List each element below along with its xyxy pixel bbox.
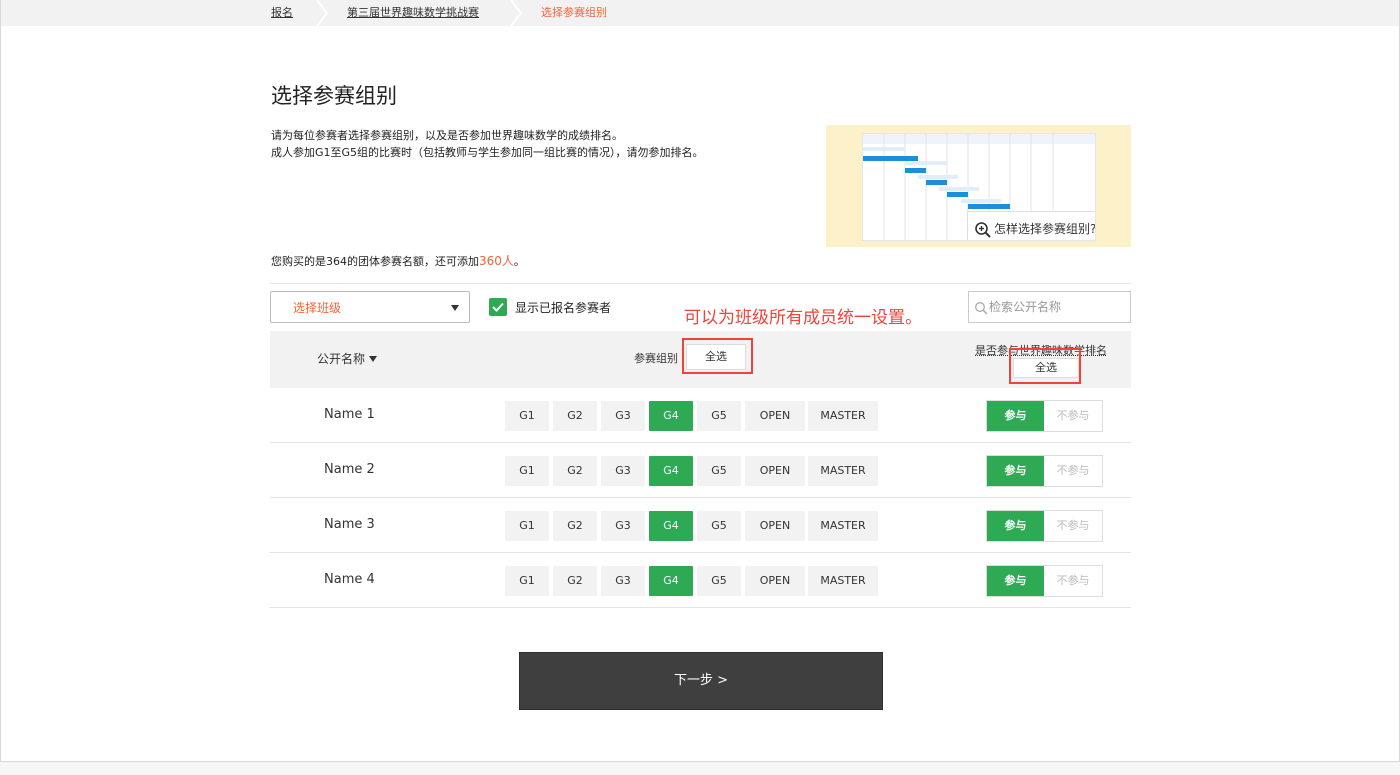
group-option-master[interactable]: MASTER xyxy=(808,566,878,596)
chevron-right-icon xyxy=(510,0,523,26)
caret-down-icon xyxy=(451,305,459,311)
group-option-g1[interactable]: G1 xyxy=(505,456,549,486)
quota-remaining: 360人 xyxy=(479,254,514,268)
checkmark-icon xyxy=(492,302,504,312)
column-header-name: 公开名称 xyxy=(317,352,366,366)
group-option-g3[interactable]: G3 xyxy=(601,401,645,431)
group-option-g4[interactable]: G4 xyxy=(649,566,693,596)
search-input[interactable] xyxy=(989,292,1127,322)
participate-no-button[interactable]: 不参与 xyxy=(1044,566,1102,596)
group-option-g2[interactable]: G2 xyxy=(553,456,597,486)
group-option-g1[interactable]: G1 xyxy=(505,401,549,431)
group-option-open[interactable]: OPEN xyxy=(745,401,805,431)
participate-no-button[interactable]: 不参与 xyxy=(1044,401,1102,431)
show-registered-label: 显示已报名参赛者 xyxy=(515,301,612,315)
participate-yes-button[interactable]: 参与 xyxy=(987,401,1044,431)
annotation-highlight-box xyxy=(682,338,753,374)
group-option-g4[interactable]: G4 xyxy=(649,401,693,431)
next-step-button[interactable]: 下一步 > xyxy=(519,652,883,710)
page-frame: 报名 第三届世界趣味数学挑战赛 选择参赛组别 选择参赛组别 请为每位参赛者选择参… xyxy=(0,0,1400,762)
group-option-g3[interactable]: G3 xyxy=(601,456,645,486)
group-option-g3[interactable]: G3 xyxy=(601,566,645,596)
table-row: Name 4 G1 G2 G3 G4 G5 OPEN MASTER 参与 不参与 xyxy=(270,553,1131,608)
search-icon xyxy=(975,302,988,315)
participant-name: Name 1 xyxy=(324,407,375,422)
search-box[interactable] xyxy=(968,291,1131,323)
group-option-g3[interactable]: G3 xyxy=(601,511,645,541)
participate-no-button[interactable]: 不参与 xyxy=(1044,511,1102,541)
group-option-g4[interactable]: G4 xyxy=(649,511,693,541)
participate-no-button[interactable]: 不参与 xyxy=(1044,456,1102,486)
group-option-g1[interactable]: G1 xyxy=(505,511,549,541)
class-select-value: 选择班级 xyxy=(293,301,342,315)
quota-prefix: 您购买的是364的团体参赛名额，还可添加 xyxy=(271,255,479,268)
page-title: 选择参赛组别 xyxy=(271,84,397,108)
guide-schedule-thumbnail: 怎样选择参赛组别? xyxy=(862,133,1096,241)
sort-down-icon xyxy=(369,356,378,362)
group-option-g2[interactable]: G2 xyxy=(553,566,597,596)
participate-toggle: 参与 不参与 xyxy=(986,400,1103,432)
participate-toggle: 参与 不参与 xyxy=(986,510,1103,542)
group-option-open[interactable]: OPEN xyxy=(745,566,805,596)
group-option-master[interactable]: MASTER xyxy=(808,456,878,486)
column-header-group: 参赛组别 xyxy=(634,352,678,365)
breadcrumb-item-current: 选择参赛组别 xyxy=(541,6,607,19)
table-row: Name 2 G1 G2 G3 G4 G5 OPEN MASTER 参与 不参与 xyxy=(270,443,1131,498)
participate-toggle: 参与 不参与 xyxy=(986,455,1103,487)
sort-by-name[interactable]: 公开名称 xyxy=(317,350,378,367)
group-option-master[interactable]: MASTER xyxy=(808,401,878,431)
how-to-choose-group-button[interactable]: 怎样选择参赛组别? xyxy=(967,211,1096,240)
divider xyxy=(270,283,1131,284)
description-line: 请为每位参赛者选择参赛组别，以及是否参加世界趣味数学的成绩排名。 xyxy=(271,129,623,142)
zoom-in-icon xyxy=(975,222,991,238)
group-option-open[interactable]: OPEN xyxy=(745,456,805,486)
participate-toggle: 参与 不参与 xyxy=(986,565,1103,597)
breadcrumb-item-register[interactable]: 报名 xyxy=(271,0,293,26)
breadcrumb: 报名 第三届世界趣味数学挑战赛 选择参赛组别 xyxy=(1,0,1399,26)
class-select[interactable]: 选择班级 xyxy=(270,291,470,323)
group-option-g1[interactable]: G1 xyxy=(505,566,549,596)
how-to-choose-group-label: 怎样选择参赛组别? xyxy=(994,222,1096,236)
annotation-text: 可以为班级所有成员统一设置。 xyxy=(684,308,922,328)
show-registered-checkbox[interactable] xyxy=(489,298,507,316)
page-description: 请为每位参赛者选择参赛组别，以及是否参加世界趣味数学的成绩排名。 成人参加G1至… xyxy=(271,127,704,161)
participant-name: Name 2 xyxy=(324,462,375,477)
description-line: 成人参加G1至G5组的比赛时（包括教师与学生参加同一组比赛的情况），请勿参加排名… xyxy=(271,146,704,159)
group-option-g2[interactable]: G2 xyxy=(553,511,597,541)
group-option-g4[interactable]: G4 xyxy=(649,456,693,486)
breadcrumb-item-contest[interactable]: 第三届世界趣味数学挑战赛 xyxy=(347,0,479,26)
participant-name: Name 3 xyxy=(324,517,375,532)
quota-text: 您购买的是364的团体参赛名额，还可添加360人。 xyxy=(271,252,525,269)
annotation-highlight-box xyxy=(1009,348,1081,384)
group-option-g5[interactable]: G5 xyxy=(697,401,741,431)
group-option-master[interactable]: MASTER xyxy=(808,511,878,541)
participant-name: Name 4 xyxy=(324,572,375,587)
group-option-g5[interactable]: G5 xyxy=(697,566,741,596)
group-guide-panel[interactable]: 怎样选择参赛组别? xyxy=(826,125,1131,247)
table-row: Name 3 G1 G2 G3 G4 G5 OPEN MASTER 参与 不参与 xyxy=(270,498,1131,553)
group-option-g2[interactable]: G2 xyxy=(553,401,597,431)
bottom-strip xyxy=(0,762,1400,775)
quota-suffix: 。 xyxy=(513,255,525,268)
group-option-open[interactable]: OPEN xyxy=(745,511,805,541)
table-row: Name 1 G1 G2 G3 G4 G5 OPEN MASTER 参与 不参与 xyxy=(270,388,1131,443)
participate-yes-button[interactable]: 参与 xyxy=(987,511,1044,541)
participate-yes-button[interactable]: 参与 xyxy=(987,566,1044,596)
group-option-g5[interactable]: G5 xyxy=(697,456,741,486)
participate-yes-button[interactable]: 参与 xyxy=(987,456,1044,486)
group-option-g5[interactable]: G5 xyxy=(697,511,741,541)
chevron-right-icon xyxy=(316,0,329,26)
